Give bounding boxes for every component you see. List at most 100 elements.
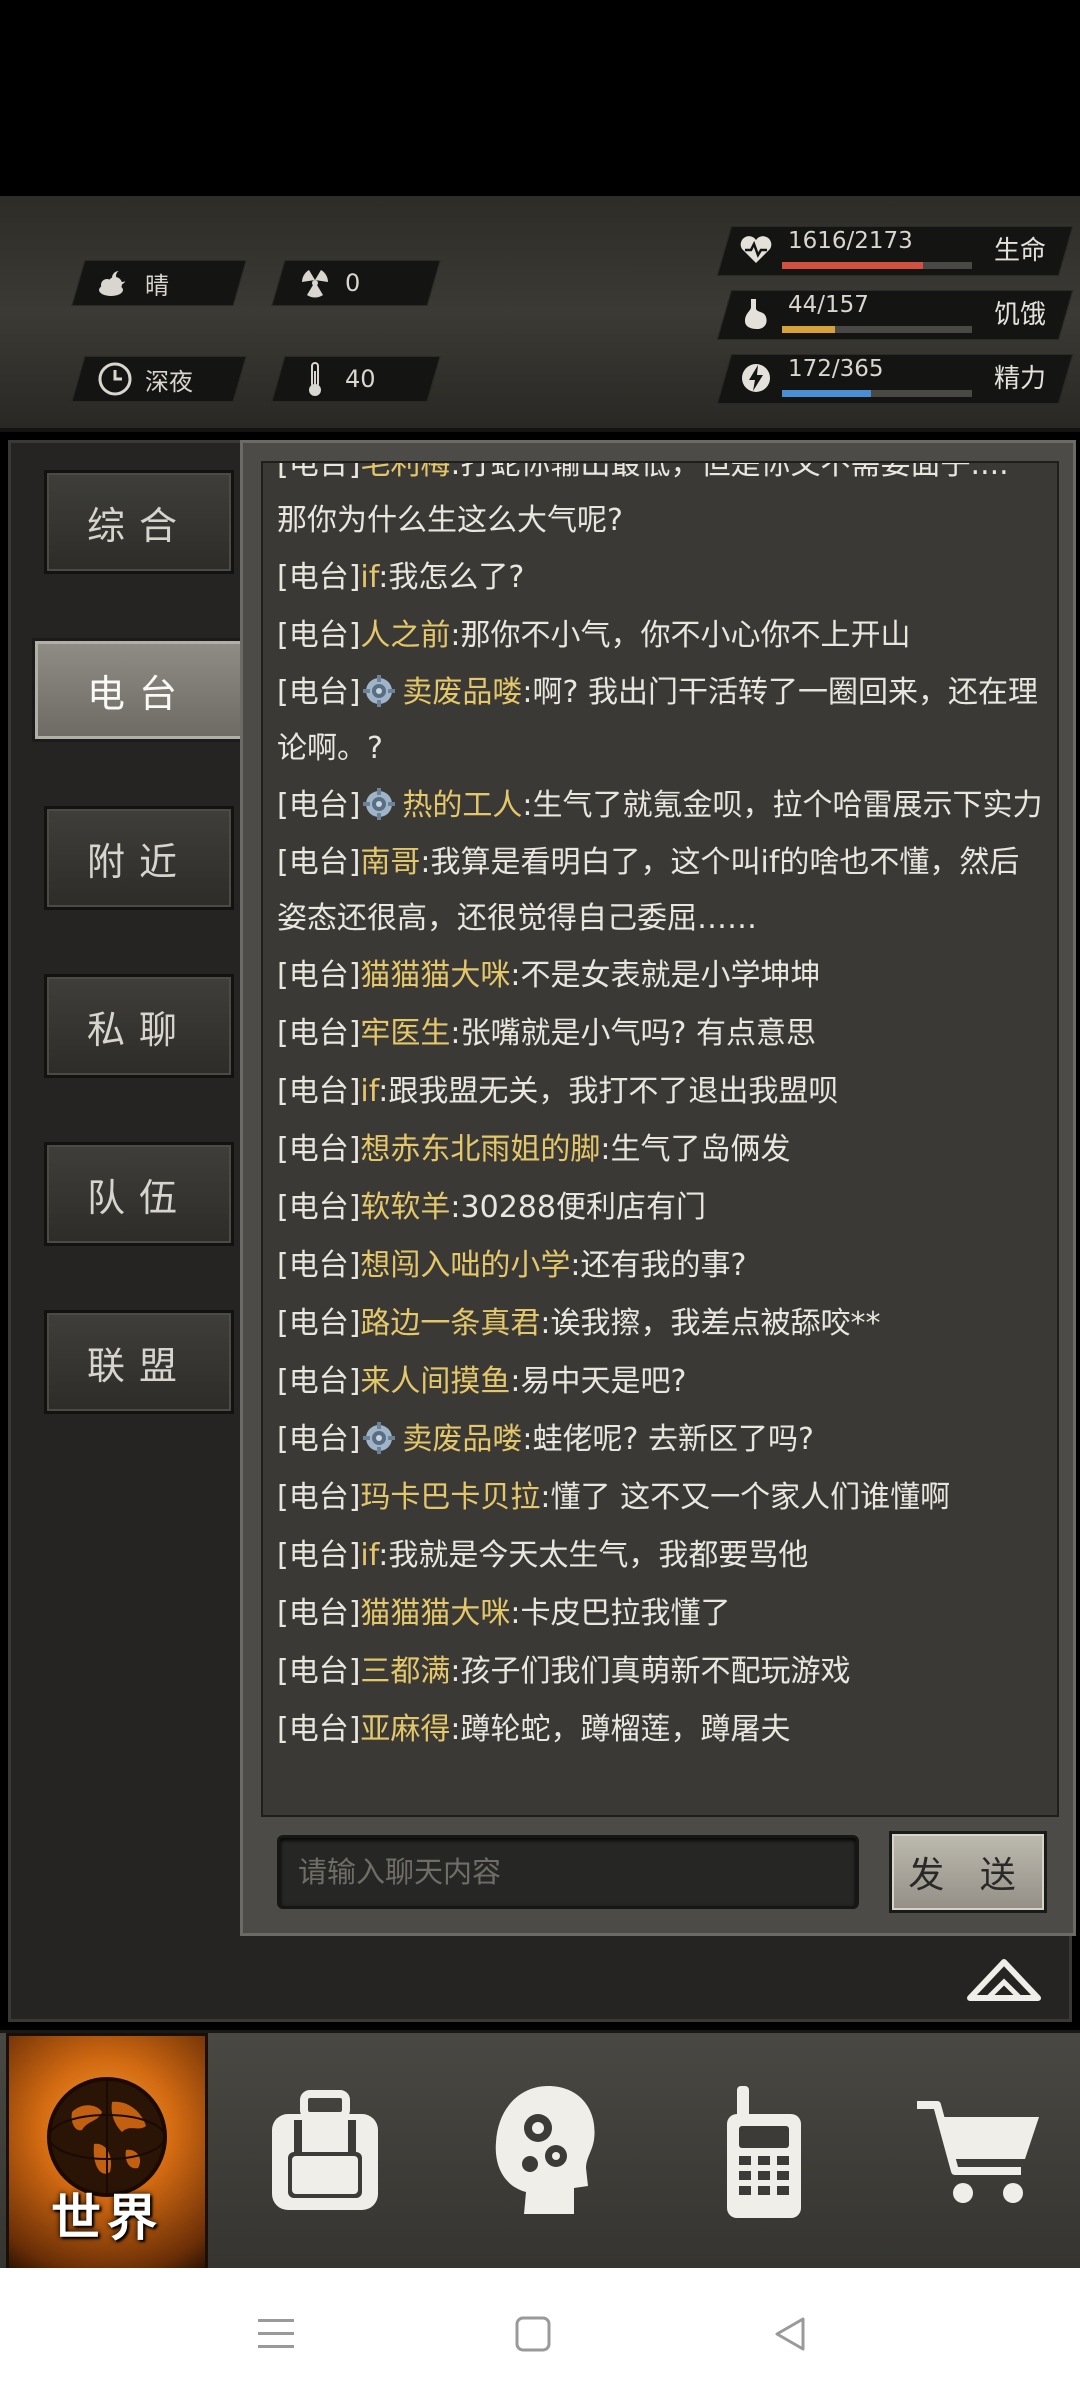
heart-icon (738, 232, 774, 268)
gear-badge-icon (363, 788, 396, 820)
channel-tag: [电台] (277, 1364, 361, 1399)
sender-name[interactable]: 猫猫猫大咪 (360, 958, 510, 993)
chat-message: [电台]毛利梅:打蛇你输出最低，但是你又不需要面子.... 那你为什么生这么大气… (277, 463, 1047, 549)
nav-backpack[interactable] (250, 2033, 400, 2271)
nav-skills[interactable] (470, 2033, 620, 2271)
message-text: :生气了就氪金呗，拉个哈雷展示下实力 (522, 788, 1043, 823)
sender-name[interactable]: 软软羊 (360, 1190, 450, 1225)
hunger-fill (782, 326, 836, 333)
chat-scroll-area[interactable]: [电台]毛利梅:打蛇你输出最低，但是你又不需要面子.... 那你为什么生这么大气… (261, 461, 1059, 1817)
message-text: :蛙佬呢? 去新区了吗? (522, 1422, 814, 1457)
hunger-label: 饥饿 (994, 300, 1047, 330)
nav-world[interactable]: 世界 (6, 2033, 208, 2271)
sender-name[interactable]: 想闯入咄的小学 (360, 1248, 570, 1283)
sender-name[interactable]: 玛卡巴卡贝拉 (360, 1480, 540, 1515)
thermometer-icon (297, 361, 333, 397)
tab-nearby[interactable]: 附近 (44, 806, 234, 910)
system-nav-bar (0, 2268, 1080, 2400)
sender-name[interactable]: 路边一条真君 (360, 1306, 540, 1341)
energy-label: 精力 (994, 364, 1047, 394)
chat-message: [电台]if:跟我盟无关，我打不了退出我盟呗 (277, 1063, 1047, 1121)
radiation-chip: 0 (271, 260, 441, 306)
tab-team[interactable]: 队伍 (44, 1142, 234, 1246)
chat-input[interactable] (277, 1835, 859, 1909)
cloudy-moon-icon (97, 265, 133, 301)
chat-message: [电台]猫猫猫大咪:不是女表就是小学坤坤 (277, 947, 1047, 1005)
channel-tag: [电台] (277, 1422, 361, 1457)
message-text: :生气了岛俩发 (600, 1132, 791, 1167)
health-label: 生命 (994, 236, 1047, 266)
temperature-value: 40 (345, 365, 376, 393)
channel-tag: [电台] (277, 675, 361, 710)
energy-fill (782, 390, 872, 397)
chat-message: [电台] 热的工人:生气了就氪金呗，拉个哈雷展示下实力 (277, 777, 1047, 835)
sender-name[interactable]: 牢医生 (360, 1016, 450, 1051)
health-bar: 1616/2173 生命 (716, 226, 1074, 276)
message-text: :蹲轮蛇，蹲榴莲，蹲屠夫 (450, 1712, 791, 1747)
channel-tag: [电台] (277, 1074, 361, 1109)
sender-name[interactable]: 来人间摸鱼 (360, 1364, 510, 1399)
tab-private[interactable]: 私聊 (44, 974, 234, 1078)
menu-icon[interactable] (246, 2304, 306, 2364)
sender-name[interactable]: 三都满 (360, 1654, 450, 1689)
chat-message: [电台]亚麻得:蹲轮蛇，蹲榴莲，蹲屠夫 (277, 1701, 1047, 1759)
weather-label: 晴 (145, 271, 169, 300)
sender-name[interactable]: 南哥 (360, 845, 420, 880)
chat-message: [电台]路边一条真君:诶我擦，我差点被舔咬** (277, 1295, 1047, 1353)
channel-tag: [电台] (277, 618, 361, 653)
chevron-up-icon[interactable] (966, 1956, 1042, 2004)
chat-message: [电台]想赤东北雨姐的脚:生气了岛俩发 (277, 1121, 1047, 1179)
send-button[interactable]: 发 送 (889, 1831, 1047, 1913)
sender-name[interactable]: 卖废品喽 (402, 675, 522, 710)
sender-name[interactable]: 毛利梅 (360, 463, 450, 482)
tab-alliance[interactable]: 联盟 (44, 1310, 234, 1414)
nav-world-label: 世界 (51, 2189, 163, 2247)
channel-tag: [电台] (277, 1654, 361, 1689)
sender-name[interactable]: 亚麻得 (360, 1712, 450, 1747)
channel-tag: [电台] (277, 1306, 361, 1341)
walkie-talkie-icon (727, 2086, 801, 2218)
health-value: 1616/2173 (788, 228, 913, 254)
sender-name[interactable]: if (360, 1074, 378, 1109)
clock-icon (97, 361, 133, 397)
message-text: :张嘴就是小气吗? 有点意思 (450, 1016, 816, 1051)
channel-tag: [电台] (277, 845, 361, 880)
temperature-chip: 40 (271, 356, 441, 402)
channel-tag: [电台] (277, 1538, 361, 1573)
sender-name[interactable]: 热的工人 (402, 788, 522, 823)
sender-name[interactable]: 猫猫猫大咪 (360, 1596, 510, 1631)
energy-value: 172/365 (788, 356, 884, 382)
energy-icon (738, 360, 774, 396)
chat-message: [电台]南哥:我算是看明白了，这个叫if的啥也不懂，然后姿态还很高，还很觉得自己… (277, 835, 1047, 947)
channel-tag: [电台] (277, 1596, 361, 1631)
tab-general[interactable]: 综合 (44, 470, 234, 574)
chat-message: [电台] 卖废品喽:蛙佬呢? 去新区了吗? (277, 1411, 1047, 1469)
sender-name[interactable]: if (360, 560, 378, 595)
chat-message: [电台]来人间摸鱼:易中天是吧? (277, 1353, 1047, 1411)
message-text: :不是女表就是小学坤坤 (510, 958, 821, 993)
chat-message: [电台]if:我怎么了? (277, 549, 1047, 607)
health-fill (782, 262, 924, 269)
sender-name[interactable]: 人之前 (360, 618, 450, 653)
channel-tag: [电台] (277, 1132, 361, 1167)
channel-tag: [电台] (277, 1016, 361, 1051)
sender-name[interactable]: if (360, 1538, 378, 1573)
channel-tag: [电台] (277, 560, 361, 595)
backpack-icon (272, 2090, 378, 2210)
nav-radio[interactable] (688, 2033, 838, 2271)
sender-name[interactable]: 想赤东北雨姐的脚 (360, 1132, 600, 1167)
channel-tag: [电台] (277, 1712, 361, 1747)
cart-icon (917, 2101, 1039, 2203)
nav-shop[interactable] (900, 2033, 1060, 2271)
home-icon[interactable] (503, 2304, 563, 2364)
back-icon[interactable] (760, 2304, 820, 2364)
tab-radio[interactable]: 电台 (32, 638, 246, 742)
hunger-bar: 44/157 饥饿 (716, 290, 1074, 340)
gear-badge-icon (363, 675, 396, 707)
channel-tag: [电台] (277, 958, 361, 993)
brain-gears-icon (495, 2086, 595, 2214)
sender-name[interactable]: 卖废品喽 (402, 1422, 522, 1457)
chat-panel: [电台]毛利梅:打蛇你输出最低，但是你又不需要面子.... 那你为什么生这么大气… (240, 440, 1076, 1936)
chat-message: [电台]三都满:孩子们我们真萌新不配玩游戏 (277, 1643, 1047, 1701)
time-chip: 深夜 (71, 356, 247, 402)
